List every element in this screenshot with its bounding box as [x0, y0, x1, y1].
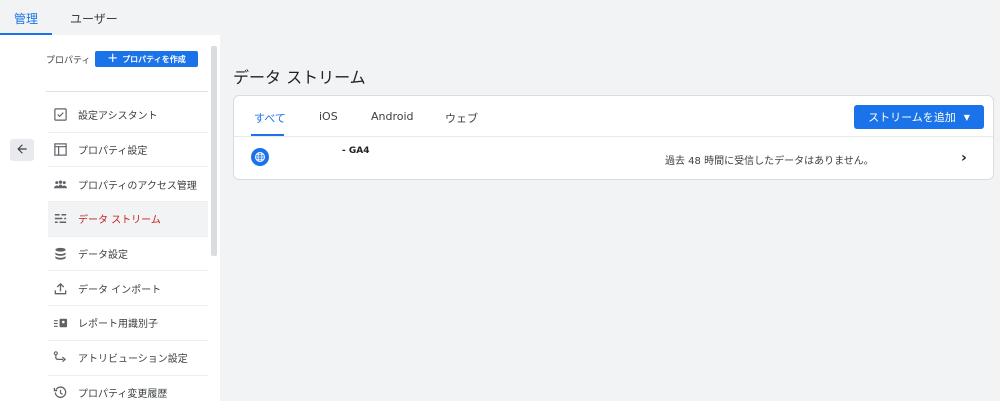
top-tab-admin[interactable]: 管理 — [14, 10, 38, 27]
sidebar-scrollbar[interactable] — [211, 46, 217, 256]
top-tab-user[interactable]: ユーザー — [70, 10, 118, 27]
sidebar-item-label: プロパティ変更履歴 — [78, 388, 168, 400]
people-icon — [52, 176, 68, 192]
sidebar-item-data-streams[interactable]: データ ストリーム — [48, 202, 208, 237]
property-label: プロパティ — [46, 56, 91, 66]
sidebar-item-label: アトリビューション設定 — [78, 354, 188, 366]
sidebar-item-access-management[interactable]: プロパティのアクセス管理 — [48, 167, 208, 203]
sidebar-item-label: プロパティのアクセス管理 — [78, 180, 197, 192]
stream-type-tabs: すべて iOS Android ウェブ ストリームを追加 ▼ — [234, 96, 993, 137]
route-icon — [52, 350, 68, 366]
active-tab-indicator — [251, 134, 284, 136]
top-nav-bar: 管理 ユーザー — [0, 0, 1000, 35]
sidebar-item-label: 設定アシスタント — [78, 111, 158, 123]
sidebar-item-attribution-settings[interactable]: アトリビューション設定 — [48, 341, 208, 376]
web-globe-icon — [251, 148, 269, 166]
database-icon — [52, 246, 68, 262]
tab-android[interactable]: Android — [371, 110, 414, 123]
sidebar-item-data-settings[interactable]: データ設定 — [48, 237, 208, 272]
property-selector-divider — [46, 91, 208, 92]
sidebar-item-data-import[interactable]: データ インポート — [48, 271, 208, 307]
sidebar-item-label: レポート用識別子 — [78, 319, 158, 331]
stream-status: 過去 48 時間に受信したデータはありません。 — [665, 156, 874, 167]
sidebar-item-label: データ インポート — [78, 284, 162, 296]
tab-web[interactable]: ウェブ — [445, 110, 478, 126]
data-streams-card: すべて iOS Android ウェブ ストリームを追加 ▼ - GA4 過去 … — [233, 95, 994, 180]
sidebar-item-reporting-identity[interactable]: レポート用識別子 — [48, 306, 208, 341]
stream-name: - GA4 — [342, 146, 370, 156]
create-property-button[interactable]: + プロパティを作成 — [95, 51, 198, 67]
page-title: データ ストリーム — [233, 68, 366, 87]
history-icon — [52, 384, 68, 400]
add-stream-button[interactable]: ストリームを追加 ▼ — [854, 105, 984, 129]
id-icon — [52, 315, 68, 331]
upload-icon — [52, 280, 68, 296]
plus-icon: + — [107, 51, 119, 66]
add-stream-label: ストリームを追加 — [868, 111, 956, 124]
sidebar-item-label: プロパティ設定 — [78, 146, 148, 158]
sidebar: プロパティ + プロパティを作成 設定アシスタント プロパティ設定 プロパティの… — [0, 35, 220, 401]
caret-down-icon: ▼ — [963, 112, 970, 122]
back-button[interactable] — [10, 139, 34, 161]
arrow-left-icon — [15, 141, 29, 160]
sidebar-item-label: データ設定 — [78, 250, 128, 262]
checklist-icon — [52, 107, 68, 123]
sidebar-item-setup-assistant[interactable]: 設定アシスタント — [48, 98, 208, 133]
tab-ios[interactable]: iOS — [319, 110, 338, 123]
create-property-label: プロパティを作成 — [122, 54, 186, 64]
tab-all[interactable]: すべて — [254, 110, 286, 126]
sidebar-item-label: データ ストリーム — [78, 215, 161, 227]
settings-layout-icon — [52, 142, 68, 158]
sidebar-nav: 設定アシスタント プロパティ設定 プロパティのアクセス管理 データ ストリーム … — [48, 98, 208, 401]
stream-row[interactable]: - GA4 過去 48 時間に受信したデータはありません。 › — [234, 138, 993, 179]
sidebar-item-change-history[interactable]: プロパティ変更履歴 — [48, 376, 208, 401]
stream-icon — [52, 211, 68, 227]
chevron-right-icon[interactable]: › — [961, 150, 967, 166]
sidebar-item-property-settings[interactable]: プロパティ設定 — [48, 133, 208, 168]
